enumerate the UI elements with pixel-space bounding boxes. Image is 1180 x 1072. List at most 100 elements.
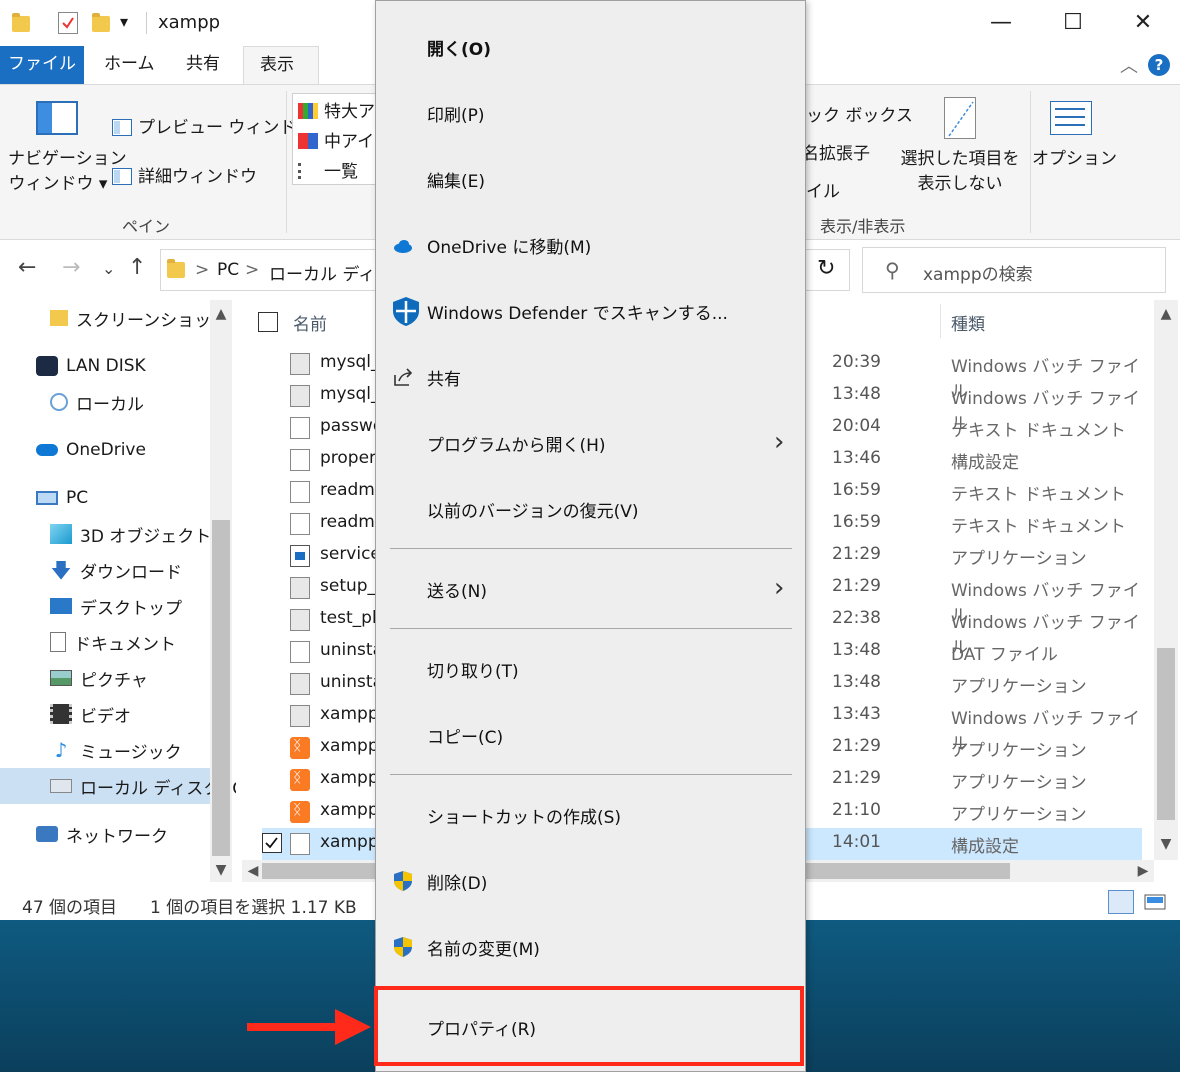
menu-item-rename[interactable]: 名前の変更(M): [376, 927, 805, 967]
bat-file-icon: [290, 609, 310, 631]
qat-dropdown-icon[interactable]: ▾: [120, 12, 128, 31]
nav-item-network[interactable]: ネットワーク: [36, 820, 168, 848]
help-icon[interactable]: ?: [1148, 54, 1170, 76]
menu-item-print[interactable]: 印刷(P): [376, 93, 805, 133]
file-modified-time: 21:10: [832, 800, 881, 820]
network-drive-icon: [50, 393, 68, 411]
select-all-checkbox[interactable]: [258, 312, 278, 332]
forward-button[interactable]: →: [62, 255, 80, 280]
search-input[interactable]: xamppの検索: [923, 260, 1033, 285]
submenu-chevron-icon: ›: [774, 427, 785, 457]
file-name: xampp: [320, 736, 379, 756]
large-icons-view-icon[interactable]: [1142, 890, 1168, 914]
tab-home[interactable]: ホーム: [88, 46, 171, 84]
breadcrumb-separator[interactable]: >: [245, 260, 259, 280]
nav-item-desktop[interactable]: デスクトップ: [50, 592, 182, 620]
file-type: アプリケーション: [951, 549, 1087, 569]
file-type: 構成設定: [951, 837, 1019, 857]
menu-item-send-to[interactable]: 送る(N) ›: [376, 569, 805, 609]
new-folder-qat-icon[interactable]: [92, 13, 110, 32]
video-film-icon: [50, 704, 72, 724]
nav-item-music[interactable]: ♪ ミュージック: [50, 736, 182, 764]
layout-list[interactable]: 一覧: [298, 157, 358, 182]
menu-item-open-with[interactable]: プログラムから開く(H) ›: [376, 423, 805, 463]
menu-item-restore-versions[interactable]: 以前のバージョンの復元(V): [376, 489, 805, 529]
details-view-icon[interactable]: [1108, 890, 1134, 914]
nav-item-lan-disk[interactable]: LAN DISK: [36, 352, 146, 380]
nav-item-pc[interactable]: PC: [36, 484, 88, 512]
hidden-items-option[interactable]: イル: [806, 177, 840, 202]
hide-selected-items-button[interactable]: 選択した項目を 表示しない: [898, 147, 1022, 197]
breadcrumb-pc[interactable]: PC: [217, 260, 239, 280]
recent-locations-button[interactable]: ⌄: [102, 259, 115, 278]
nav-item-downloads[interactable]: 🡇 ダウンロード: [50, 556, 182, 584]
row-checkbox[interactable]: [262, 833, 282, 853]
nav-item-screenshots[interactable]: スクリーンショット: [50, 304, 228, 332]
menu-item-onedrive-move[interactable]: OneDrive に移動(M): [376, 225, 805, 265]
nav-item-videos[interactable]: ビデオ: [50, 700, 131, 728]
details-pane-button[interactable]: 詳細ウィンドウ: [112, 162, 257, 187]
nav-item-onedrive[interactable]: OneDrive: [36, 436, 146, 464]
file-extensions-option[interactable]: 名拡張子: [802, 139, 870, 164]
scroll-down-icon[interactable]: ▼: [210, 862, 232, 878]
item-checkboxes-option[interactable]: ック ボックス: [806, 101, 913, 126]
navigation-pane-button[interactable]: ナビゲーション ウィンドウ ▾: [8, 147, 127, 197]
layout-medium-icons[interactable]: 中アイ: [298, 127, 374, 152]
properties-qat-icon[interactable]: [58, 12, 78, 34]
preview-pane-button[interactable]: プレビュー ウィンドウ: [112, 113, 313, 138]
menu-separator: [390, 548, 792, 549]
breadcrumb-separator[interactable]: >: [195, 260, 209, 280]
scroll-up-icon[interactable]: ▲: [1155, 306, 1177, 322]
tab-file[interactable]: ファイル: [0, 46, 84, 84]
layout-extra-large-icons[interactable]: 特大ア: [298, 97, 375, 122]
file-modified-time: 14:01: [832, 832, 881, 852]
scroll-left-icon[interactable]: ◀: [242, 863, 264, 879]
menu-item-copy[interactable]: コピー(C): [376, 715, 805, 755]
doc-file-icon: [290, 641, 310, 663]
maximize-button[interactable]: ☐: [1038, 4, 1108, 42]
scrollbar-thumb[interactable]: [212, 520, 230, 856]
doc-file-icon: [290, 513, 310, 535]
hide-selected-icon: [944, 97, 976, 139]
search-box[interactable]: ⚲ xamppの検索: [862, 247, 1166, 293]
menu-item-delete[interactable]: 削除(D): [376, 861, 805, 901]
nav-item-local[interactable]: ローカル: [50, 388, 144, 416]
bat-file-icon: [290, 705, 310, 727]
file-type: DAT ファイル: [951, 645, 1058, 665]
back-button[interactable]: ←: [18, 255, 36, 280]
group-label-show-hide: 表示/非表示: [820, 217, 906, 236]
nav-item-pictures[interactable]: ピクチャ: [50, 664, 148, 692]
scroll-down-icon[interactable]: ▼: [1155, 836, 1177, 852]
collapse-ribbon-icon[interactable]: ︿: [1120, 52, 1138, 78]
file-list-vertical-scrollbar[interactable]: ▲ ▼: [1154, 300, 1178, 860]
nav-item-3d-objects[interactable]: 3D オブジェクト: [50, 520, 211, 548]
tab-share[interactable]: 共有: [170, 46, 236, 84]
menu-item-create-shortcut[interactable]: ショートカットの作成(S): [376, 795, 805, 835]
options-button[interactable]: オプション: [1032, 147, 1117, 172]
ribbon-separator: [1030, 91, 1031, 233]
scroll-right-icon[interactable]: ▶: [1132, 863, 1154, 879]
up-button[interactable]: ↑: [128, 255, 146, 280]
refresh-button[interactable]: ↻: [817, 256, 835, 281]
file-modified-time: 21:29: [832, 544, 881, 564]
close-button[interactable]: ✕: [1108, 4, 1178, 42]
doc-file-icon: [290, 481, 310, 503]
menu-item-defender-scan[interactable]: Windows Defender でスキャンする...: [376, 291, 805, 331]
tab-view[interactable]: 表示: [243, 46, 319, 84]
menu-item-open[interactable]: 開く(O): [376, 27, 805, 67]
options-icon: [1050, 101, 1092, 135]
nav-pane-scrollbar[interactable]: ▲ ▼: [210, 300, 232, 882]
nav-item-documents[interactable]: ドキュメント: [50, 628, 176, 656]
item-count: 47 個の項目: [22, 898, 118, 918]
column-header-name[interactable]: 名前: [293, 310, 327, 335]
menu-item-share[interactable]: 共有: [376, 357, 805, 397]
scroll-up-icon[interactable]: ▲: [210, 306, 232, 322]
minimize-button[interactable]: —: [966, 4, 1036, 42]
uac-shield-icon: [391, 869, 415, 893]
menu-item-cut[interactable]: 切り取り(T): [376, 649, 805, 689]
scrollbar-thumb[interactable]: [1157, 648, 1175, 820]
column-header-type[interactable]: 種類: [951, 310, 985, 335]
menu-item-edit[interactable]: 編集(E): [376, 159, 805, 199]
red-arrow-head-icon: [335, 1009, 371, 1045]
file-modified-time: 13:46: [832, 448, 881, 468]
